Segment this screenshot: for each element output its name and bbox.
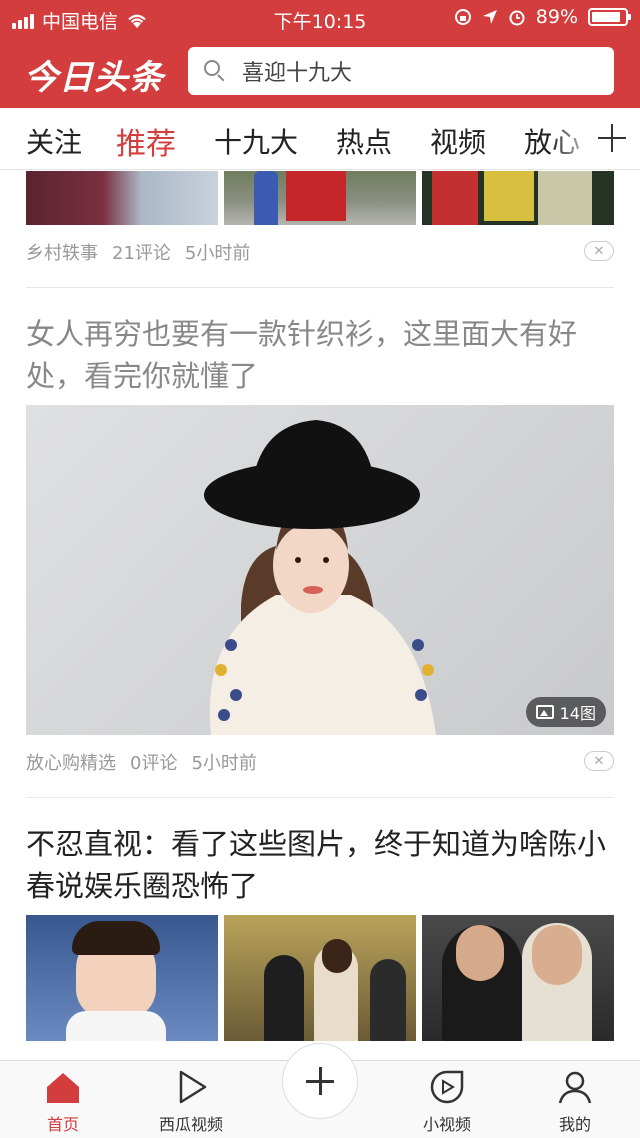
mini-video-icon	[427, 1069, 467, 1105]
tab-19th-congress[interactable]: 十九大	[214, 121, 298, 161]
thumbnail-image	[26, 915, 218, 1041]
thumbnail-image	[26, 171, 218, 225]
app-header: 今日头条 喜迎十九大	[0, 36, 640, 108]
nav-me[interactable]: 我的	[520, 1069, 630, 1135]
news-feed[interactable]: 乡村轶事 21评论 5小时前 ✕ 女人再穷也要有一款针织衫，这里面大有好处，看完…	[0, 171, 640, 1060]
divider	[26, 797, 614, 798]
nav-home-label: 首页	[46, 1115, 79, 1134]
comment-count: 21评论	[112, 243, 171, 264]
tab-follow[interactable]: 关注	[26, 121, 82, 161]
woman-photo	[204, 420, 436, 735]
publish-time: 5小时前	[184, 243, 251, 264]
tab-video[interactable]: 视频	[430, 121, 486, 161]
thumbnail-image	[422, 915, 614, 1041]
play-icon	[171, 1069, 211, 1105]
tab-recommend[interactable]: 推荐	[116, 119, 176, 163]
app-logo: 今日头条	[24, 58, 164, 98]
article-image[interactable]: 14图	[26, 405, 614, 735]
article-title[interactable]: 女人再穷也要有一款针织衫，这里面大有好处，看完你就懂了	[26, 313, 614, 397]
status-bar: 中国电信 下午10:15 89%	[0, 0, 640, 36]
user-icon	[555, 1069, 595, 1105]
image-count-badge: 14图	[525, 697, 606, 727]
article-images[interactable]	[26, 171, 614, 225]
tab-hot[interactable]: 热点	[336, 121, 392, 161]
thumbnail-image	[224, 171, 416, 225]
picture-icon	[535, 705, 554, 719]
image-count: 14图	[559, 704, 596, 723]
article-images[interactable]	[26, 915, 614, 1041]
bottom-nav: 首页 西瓜视频 小视频 我的	[0, 1043, 640, 1138]
search-box[interactable]: 喜迎十九大	[188, 47, 614, 95]
thumbnail-image	[224, 915, 416, 1041]
article-meta: 放心购精选 0评论 5小时前 ✕	[26, 747, 614, 777]
nav-xigua-label: 西瓜视频	[158, 1115, 223, 1134]
publish-time: 5小时前	[191, 753, 257, 774]
search-placeholder: 喜迎十九大	[242, 61, 353, 86]
nav-mini-video[interactable]: 小视频	[392, 1069, 502, 1135]
article-source[interactable]: 乡村轶事	[26, 239, 98, 265]
comment-count: 0评论	[130, 753, 178, 774]
channel-tabs: 关注 推荐 十九大 热点 视频 放心	[0, 108, 640, 170]
battery-percent: 89%	[535, 6, 578, 28]
alarm-icon	[509, 10, 525, 26]
thumbnail-image	[422, 171, 614, 225]
location-icon	[482, 10, 497, 24]
dismiss-icon[interactable]: ✕	[584, 751, 614, 771]
home-icon	[43, 1069, 83, 1105]
divider	[26, 287, 614, 288]
rotation-lock-icon	[454, 9, 471, 25]
add-channel-icon[interactable]	[598, 124, 626, 152]
nav-mini-video-label: 小视频	[422, 1115, 471, 1134]
battery-icon	[588, 8, 631, 26]
search-icon	[204, 60, 226, 82]
publish-button[interactable]	[282, 1043, 358, 1119]
article-title[interactable]: 不忍直视：看了这些图片，终于知道为啥陈小春说娱乐圈恐怖了	[26, 823, 614, 907]
article-source[interactable]: 放心购精选	[26, 749, 116, 775]
dismiss-icon[interactable]: ✕	[584, 241, 614, 261]
nav-home[interactable]: 首页	[8, 1069, 118, 1135]
nav-xigua-video[interactable]: 西瓜视频	[136, 1069, 246, 1135]
nav-me-label: 我的	[558, 1115, 591, 1134]
article-meta: 乡村轶事 21评论 5小时前 ✕	[26, 237, 614, 267]
